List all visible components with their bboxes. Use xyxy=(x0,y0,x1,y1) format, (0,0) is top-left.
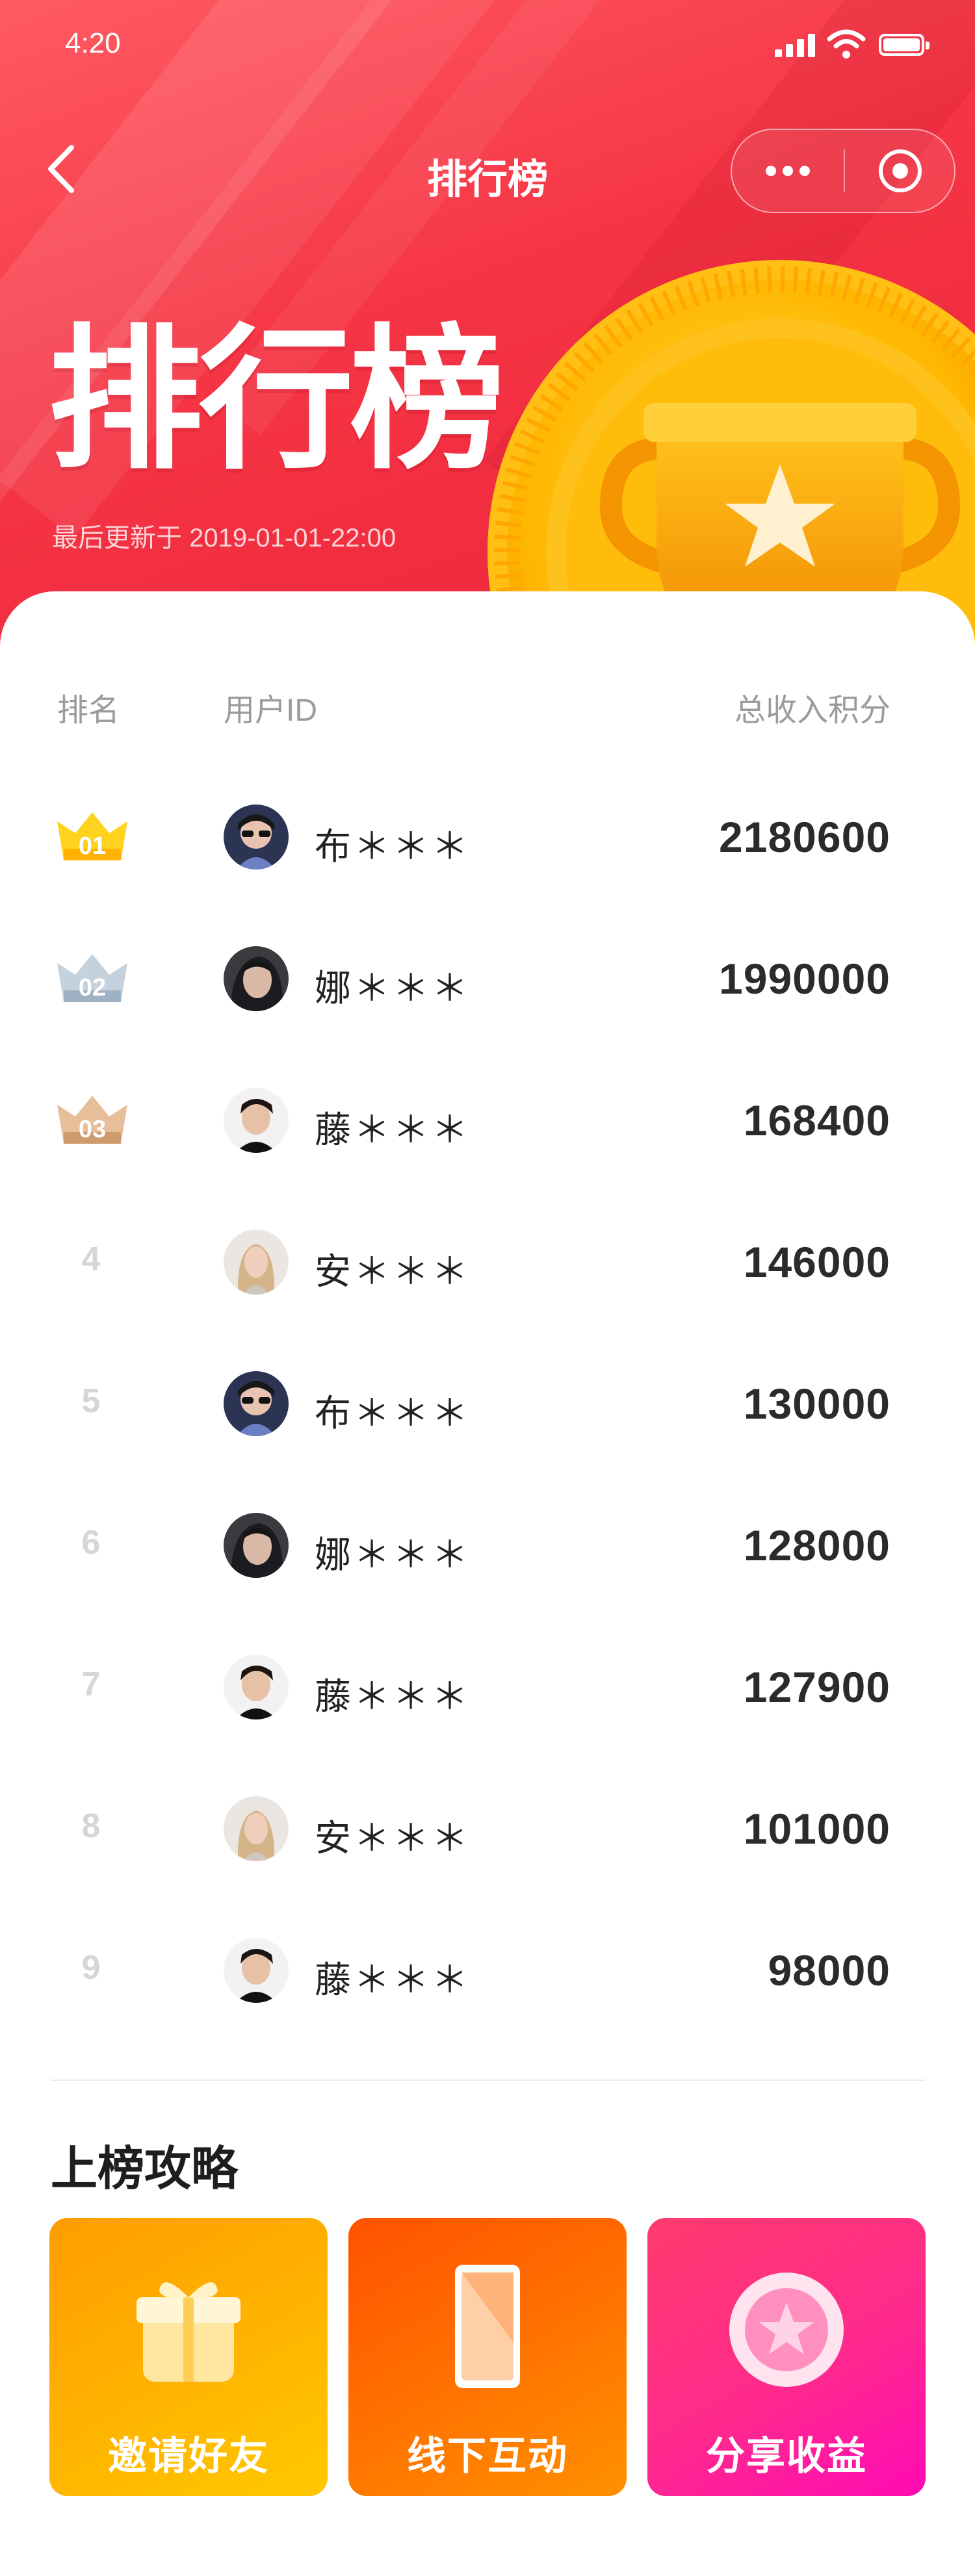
crown-bronze-icon: 03 xyxy=(57,1096,127,1144)
crown-silver-icon: 02 xyxy=(57,954,127,1002)
offline-interaction-tile[interactable]: 线下互动 xyxy=(348,2218,627,2496)
signal-icon xyxy=(775,34,815,57)
avatar xyxy=(224,1230,289,1294)
battery-icon xyxy=(879,34,930,56)
score-value: 101000 xyxy=(743,1805,890,1853)
user-name: 娜＊＊＊ xyxy=(315,968,471,1009)
rank-number: 6 xyxy=(81,1524,101,1562)
score-value: 127900 xyxy=(743,1663,890,1711)
share-earnings-tile[interactable]: 分享收益 xyxy=(647,2218,926,2496)
user-name: 安＊＊＊ xyxy=(315,1251,471,1292)
hero-title: 排行榜 xyxy=(48,315,504,487)
score-value: 128000 xyxy=(743,1521,890,1569)
target-icon-dot xyxy=(892,163,908,179)
ranking-row[interactable]: 02 娜＊＊＊ 1990000 xyxy=(0,908,975,1051)
user-name: 布＊＊＊ xyxy=(315,826,471,867)
header-banner: 4:20 排行榜 排行榜 最后更新于 2019-01-01-22:00 xyxy=(0,0,975,650)
ranking-row[interactable]: 03 藤＊＊＊ 168400 xyxy=(0,1050,975,1193)
gift-icon xyxy=(136,2282,240,2382)
score-value: 1990000 xyxy=(719,955,890,1003)
strategy-title: 上榜攻略 xyxy=(51,2143,239,2195)
avatar xyxy=(224,1513,289,1578)
tile-label: 线下互动 xyxy=(407,2434,568,2478)
user-name: 藤＊＊＊ xyxy=(315,1959,471,2000)
avatar xyxy=(224,1655,289,1719)
invite-friends-tile[interactable]: 邀请好友 xyxy=(49,2218,328,2496)
rank-number: 8 xyxy=(81,1807,101,1845)
rank-number: 03 xyxy=(79,1116,106,1143)
avatar xyxy=(224,805,289,869)
score-value: 98000 xyxy=(768,1946,890,1994)
back-button[interactable] xyxy=(39,140,84,198)
section-divider xyxy=(51,2080,925,2081)
star-coin-icon xyxy=(729,2273,844,2387)
ranking-row[interactable]: 4 安＊＊＊ 146000 xyxy=(0,1192,975,1335)
column-header-user: 用户ID xyxy=(224,693,318,728)
score-value: 130000 xyxy=(743,1380,890,1428)
rank-number: 5 xyxy=(81,1382,101,1420)
status-bar: 4:20 xyxy=(0,0,975,91)
phone-icon xyxy=(455,2265,520,2388)
user-name: 藤＊＊＊ xyxy=(315,1676,471,1717)
score-value: 2180600 xyxy=(719,813,890,861)
wifi-icon xyxy=(827,29,866,58)
ranking-row[interactable]: 01 布＊＊＊ 2180600 xyxy=(0,767,975,910)
status-time: 4:20 xyxy=(65,27,121,59)
avatar xyxy=(224,946,289,1011)
column-header-rank: 排名 xyxy=(57,693,120,728)
user-name: 布＊＊＊ xyxy=(315,1393,471,1434)
rank-number: 4 xyxy=(81,1241,101,1278)
avatar xyxy=(224,1088,289,1153)
score-value: 168400 xyxy=(743,1096,890,1144)
more-button[interactable] xyxy=(732,130,844,212)
ranking-row[interactable]: 5 布＊＊＊ 130000 xyxy=(0,1333,975,1476)
tile-label: 邀请好友 xyxy=(108,2434,269,2478)
ranking-row[interactable]: 8 安＊＊＊ 101000 xyxy=(0,1758,975,1901)
nav-title: 排行榜 xyxy=(426,157,548,202)
rank-number: 9 xyxy=(81,1949,101,1987)
rank-number: 7 xyxy=(81,1666,101,1703)
column-header-score: 总收入积分 xyxy=(734,693,890,728)
tile-label: 分享收益 xyxy=(706,2434,867,2478)
rank-number: 02 xyxy=(79,974,106,1001)
user-name: 藤＊＊＊ xyxy=(315,1109,471,1150)
trophy-coin-illustration xyxy=(488,260,975,650)
rank-number: 01 xyxy=(79,832,106,860)
close-miniprogram-button[interactable] xyxy=(845,130,956,212)
last-updated-text: 最后更新于 2019-01-01-22:00 xyxy=(52,524,396,552)
user-name: 安＊＊＊ xyxy=(315,1818,471,1859)
score-value: 146000 xyxy=(743,1238,890,1286)
ranking-row[interactable]: 7 藤＊＊＊ 127900 xyxy=(0,1617,975,1760)
chevron-left-icon xyxy=(48,145,74,193)
crown-gold-icon: 01 xyxy=(57,812,127,860)
user-name: 娜＊＊＊ xyxy=(315,1534,471,1575)
ranking-row[interactable]: 6 娜＊＊＊ 128000 xyxy=(0,1475,975,1618)
avatar xyxy=(224,1796,289,1861)
miniprogram-capsule xyxy=(731,129,956,213)
ranking-row[interactable]: 9 藤＊＊＊ 98000 xyxy=(0,1900,975,2043)
avatar xyxy=(224,1371,289,1436)
avatar xyxy=(224,1938,289,2003)
